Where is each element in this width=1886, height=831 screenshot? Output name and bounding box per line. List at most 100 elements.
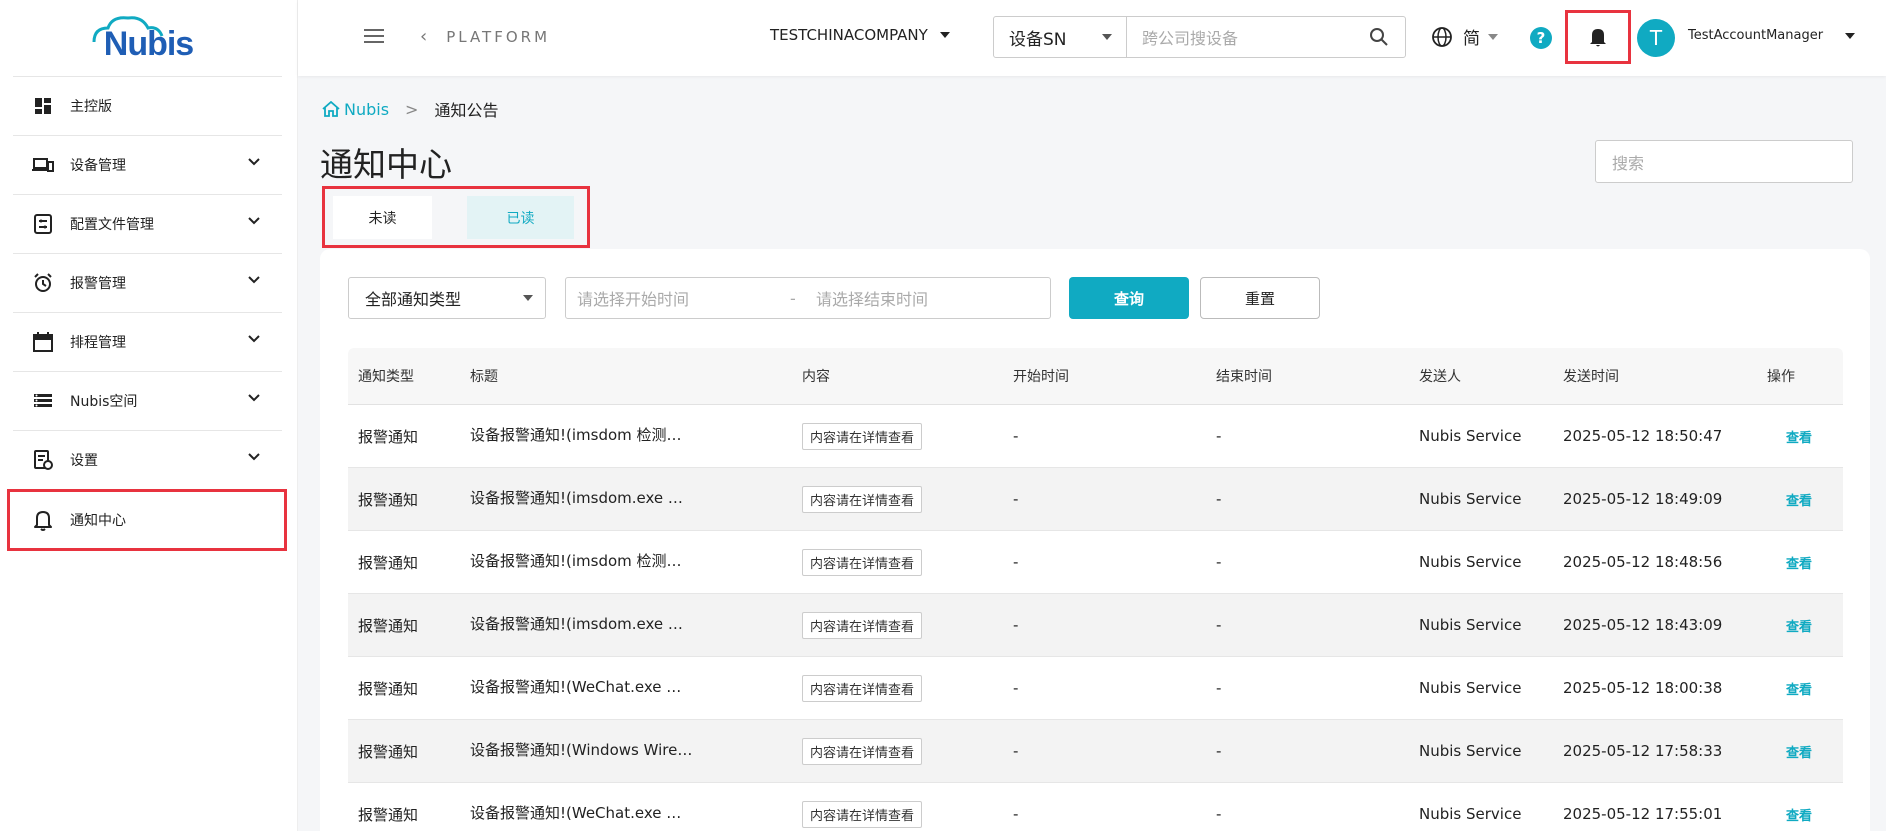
alarm-clock-icon bbox=[32, 272, 54, 294]
language-selector[interactable]: 简 bbox=[1431, 24, 1498, 49]
sidebar-item-dashboard[interactable]: 主控版 bbox=[13, 76, 282, 135]
cell-action: 查看 bbox=[1757, 805, 1843, 824]
start-time-placeholder[interactable]: 请选择开始时间 bbox=[577, 286, 689, 310]
back-to-platform-link[interactable]: ‹ PLATFORM bbox=[420, 26, 550, 47]
cell-type: 报警通知 bbox=[358, 427, 419, 446]
cell-sender: Nubis Service bbox=[1419, 490, 1522, 508]
view-link[interactable]: 查看 bbox=[1767, 431, 1812, 446]
config-file-icon bbox=[32, 213, 54, 235]
account-menu[interactable]: TestAccountManager bbox=[1688, 28, 1856, 43]
cell-title: 设备报警通知!(WeChat.exe … bbox=[470, 677, 682, 696]
sidebar-item-notification-center[interactable]: 通知中心 bbox=[7, 489, 287, 551]
cell-sent-time: 2025-05-12 17:58:33 bbox=[1563, 742, 1723, 760]
breadcrumb: Nubis > 通知公告 bbox=[322, 97, 498, 121]
cell-end-time: - bbox=[1206, 742, 1409, 760]
cell-sender: Nubis Service bbox=[1409, 616, 1553, 634]
sidebar-item-label: 设置 bbox=[70, 453, 98, 469]
view-link[interactable]: 查看 bbox=[1767, 809, 1812, 824]
caret-down-icon bbox=[1845, 32, 1856, 39]
table-header: 通知类型 标题 内容 开始时间 结束时间 发送人 发送时间 操作 bbox=[348, 348, 1843, 405]
cell-end-time: - bbox=[1206, 679, 1409, 697]
sidebar-item-schedule[interactable]: 排程管理 bbox=[13, 312, 282, 371]
sidebar-item-label: 主控版 bbox=[70, 99, 112, 115]
cell-type: 报警通知 bbox=[358, 805, 419, 824]
sidebar-item-settings[interactable]: 设置 bbox=[13, 430, 282, 489]
search-type-value: 设备SN bbox=[1009, 29, 1067, 50]
cell-content: 内容请在详情查看 bbox=[802, 674, 923, 702]
breadcrumb-separator: > bbox=[405, 99, 419, 119]
caret-down-icon bbox=[523, 295, 533, 301]
tab-unread[interactable]: 未读 bbox=[333, 196, 432, 239]
cell-type: 报警通知 bbox=[358, 490, 419, 509]
caret-down-icon bbox=[1488, 33, 1498, 40]
help-icon[interactable]: ? bbox=[1530, 27, 1552, 49]
cell-start-time: - bbox=[1013, 742, 1019, 760]
end-time-placeholder[interactable]: 请选择结束时间 bbox=[816, 286, 928, 310]
company-selector[interactable]: TESTCHINACOMPANY bbox=[770, 26, 950, 44]
cell-sent-time: 2025-05-12 18:48:56 bbox=[1553, 553, 1757, 571]
search-icon[interactable] bbox=[1369, 27, 1389, 47]
cell-type: 报警通知 bbox=[358, 616, 419, 635]
cell-type: 报警通知 bbox=[348, 804, 460, 825]
avatar[interactable]: T bbox=[1637, 19, 1675, 57]
cell-content: 内容请在详情查看 bbox=[792, 737, 1003, 765]
cell-action: 查看 bbox=[1757, 490, 1843, 509]
cell-sender: Nubis Service bbox=[1419, 616, 1522, 634]
view-link[interactable]: 查看 bbox=[1767, 620, 1812, 635]
query-button[interactable]: 查询 bbox=[1069, 277, 1189, 319]
search-type-select[interactable]: 设备SN bbox=[994, 17, 1127, 57]
cell-content: 内容请在详情查看 bbox=[802, 548, 923, 576]
cell-start-time: - bbox=[1003, 805, 1206, 823]
tab-read[interactable]: 已读 bbox=[467, 196, 574, 239]
cell-content: 内容请在详情查看 bbox=[792, 611, 1003, 639]
cell-content: 内容请在详情查看 bbox=[802, 422, 923, 450]
bell-icon bbox=[1590, 29, 1606, 47]
notification-search-input[interactable]: 搜索 bbox=[1595, 140, 1853, 183]
cell-end-time: - bbox=[1216, 490, 1222, 508]
sidebar-item-label: 通知中心 bbox=[70, 513, 126, 529]
cell-title: 设备报警通知!(imsdom 检测… bbox=[460, 424, 792, 449]
date-range-picker[interactable]: 请选择开始时间 - 请选择结束时间 bbox=[565, 277, 1051, 319]
sidebar-item-devices[interactable]: 设备管理 bbox=[13, 135, 282, 194]
menu-icon[interactable] bbox=[364, 27, 386, 45]
column-header: 通知类型 bbox=[358, 369, 414, 385]
cell-sent-time: 2025-05-12 18:49:09 bbox=[1563, 490, 1723, 508]
cell-sent-time: 2025-05-12 18:00:38 bbox=[1563, 679, 1723, 697]
cell-title: 设备报警通知!(imsdom 检测… bbox=[460, 550, 792, 575]
chevron-down-icon bbox=[248, 453, 260, 461]
sidebar-item-alarms[interactable]: 报警管理 bbox=[13, 253, 282, 312]
cell-action: 查看 bbox=[1757, 742, 1843, 761]
cell-end-time: - bbox=[1206, 553, 1409, 571]
cell-end-time: - bbox=[1216, 427, 1222, 445]
cell-type: 报警通知 bbox=[358, 742, 419, 761]
view-link[interactable]: 查看 bbox=[1767, 557, 1812, 572]
cell-content: 内容请在详情查看 bbox=[802, 485, 923, 513]
device-search-input[interactable]: 跨公司搜设备 bbox=[1127, 17, 1405, 57]
breadcrumb-home-label: Nubis bbox=[344, 99, 390, 119]
sidebar-item-nubis-space[interactable]: Nubis空间 bbox=[13, 371, 282, 430]
settings-doc-icon bbox=[32, 449, 54, 471]
globe-icon bbox=[1432, 26, 1452, 47]
notification-type-select[interactable]: 全部通知类型 bbox=[348, 277, 546, 319]
bell-outline-icon bbox=[32, 509, 54, 531]
chevron-down-icon bbox=[248, 276, 260, 284]
cell-type: 报警通知 bbox=[348, 552, 460, 573]
date-range-separator: - bbox=[790, 288, 796, 308]
notification-bell-button[interactable] bbox=[1565, 10, 1631, 64]
read-status-tabs: 未读 已读 bbox=[322, 186, 590, 248]
view-link[interactable]: 查看 bbox=[1767, 683, 1812, 698]
sidebar-item-label: 报警管理 bbox=[70, 276, 126, 292]
reset-button[interactable]: 重置 bbox=[1200, 277, 1320, 319]
table-row: 报警通知 设备报警通知!(imsdom 检测… 内容请在详情查看 - - Nubis Se… bbox=[348, 405, 1843, 468]
view-link[interactable]: 查看 bbox=[1767, 494, 1812, 509]
nubis-logo[interactable]: Nubis bbox=[0, 0, 297, 76]
cell-sender: Nubis Service bbox=[1409, 553, 1553, 571]
cell-type: 报警通知 bbox=[348, 615, 460, 636]
view-link[interactable]: 查看 bbox=[1767, 746, 1812, 761]
cell-content: 内容请在详情查看 bbox=[802, 611, 923, 639]
cell-sent-time: 2025-05-12 18:50:47 bbox=[1563, 427, 1723, 445]
cell-type: 报警通知 bbox=[348, 426, 460, 447]
sidebar-item-config-files[interactable]: 配置文件管理 bbox=[13, 194, 282, 253]
cell-sent-time: 2025-05-12 18:49:09 bbox=[1553, 490, 1757, 508]
breadcrumb-home-link[interactable]: Nubis bbox=[322, 100, 389, 119]
